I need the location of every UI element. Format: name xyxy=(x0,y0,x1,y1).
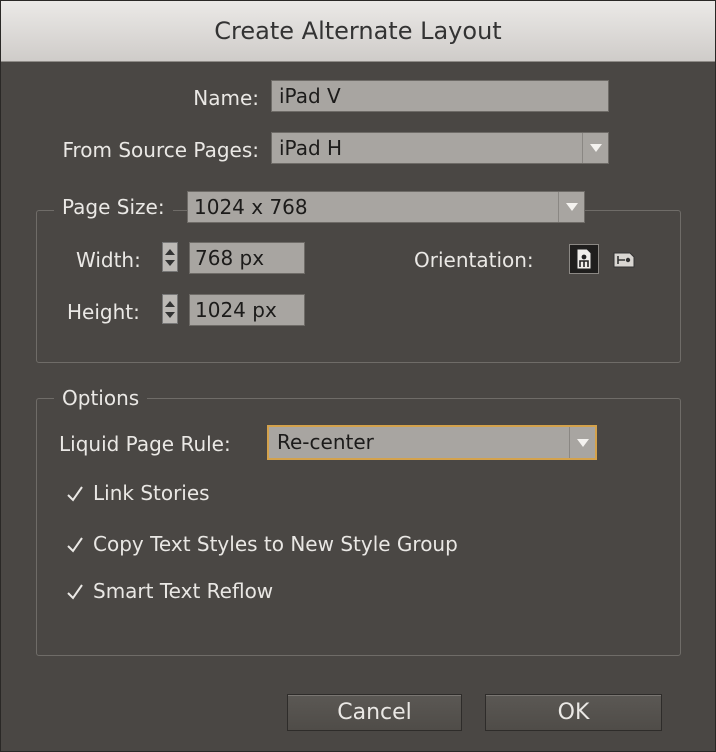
liquid-page-rule-dropdown[interactable]: Re-center xyxy=(267,425,597,460)
name-label: Name: xyxy=(193,86,259,110)
stepper-up-icon[interactable] xyxy=(165,300,175,307)
checkmark-icon xyxy=(65,534,85,554)
source-pages-label: From Source Pages: xyxy=(62,138,259,162)
portrait-icon xyxy=(576,248,592,270)
landscape-icon xyxy=(613,252,635,268)
stepper-up-icon[interactable] xyxy=(165,248,175,255)
width-field[interactable]: 768 px xyxy=(189,242,305,274)
smart-text-reflow-checkbox[interactable]: Smart Text Reflow xyxy=(65,579,273,603)
chevron-down-icon xyxy=(569,427,595,458)
dialog-title: Create Alternate Layout xyxy=(1,1,715,62)
height-stepper[interactable] xyxy=(162,294,178,324)
checkmark-icon xyxy=(65,483,85,503)
orientation-label: Orientation: xyxy=(414,248,534,272)
liquid-page-rule-label: Liquid Page Rule: xyxy=(59,432,231,456)
options-legend: Options xyxy=(54,388,148,408)
link-stories-label: Link Stories xyxy=(93,481,210,505)
stepper-down-icon[interactable] xyxy=(165,311,175,318)
source-pages-dropdown[interactable]: iPad H xyxy=(271,132,609,164)
width-label: Width: xyxy=(76,248,141,272)
chevron-down-icon xyxy=(558,192,584,222)
landscape-orientation-button[interactable] xyxy=(609,244,639,274)
checkmark-icon xyxy=(65,581,85,601)
liquid-page-rule-value: Re-center xyxy=(277,430,374,454)
name-field[interactable]: iPad V xyxy=(271,80,609,112)
ok-button[interactable]: OK xyxy=(485,694,662,731)
stepper-down-icon[interactable] xyxy=(165,259,175,266)
copy-text-styles-label: Copy Text Styles to New Style Group xyxy=(93,532,458,556)
create-alternate-layout-dialog: Create Alternate Layout Name: iPad V Fro… xyxy=(0,0,716,752)
page-size-group xyxy=(36,210,681,363)
link-stories-checkbox[interactable]: Link Stories xyxy=(65,481,210,505)
height-field[interactable]: 1024 px xyxy=(189,294,305,326)
source-pages-value: iPad H xyxy=(279,136,343,160)
cancel-button[interactable]: Cancel xyxy=(287,694,462,731)
height-label: Height: xyxy=(67,300,140,324)
chevron-down-icon xyxy=(582,133,608,163)
page-size-value: 1024 x 768 xyxy=(194,195,308,219)
width-stepper[interactable] xyxy=(162,242,178,272)
copy-text-styles-checkbox[interactable]: Copy Text Styles to New Style Group xyxy=(65,532,458,556)
page-size-dropdown[interactable]: 1024 x 768 xyxy=(187,191,585,223)
portrait-orientation-button[interactable] xyxy=(569,244,599,274)
smart-text-reflow-label: Smart Text Reflow xyxy=(93,579,274,603)
page-size-label: Page Size: xyxy=(54,197,173,217)
